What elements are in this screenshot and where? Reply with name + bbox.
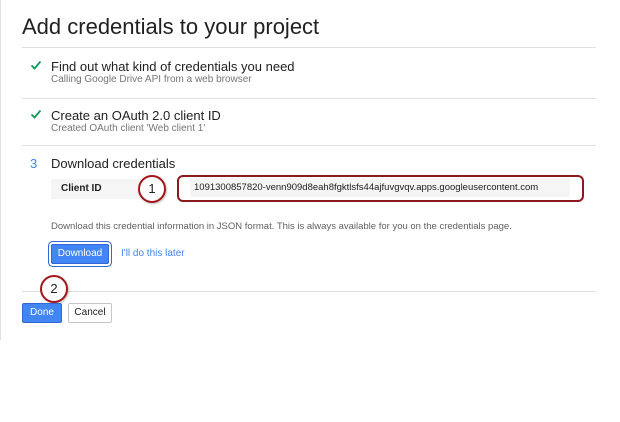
step-3-title: Download credentials xyxy=(51,156,176,171)
done-button[interactable]: Done xyxy=(22,303,62,323)
divider xyxy=(22,145,596,146)
callout-2: 2 xyxy=(40,275,68,303)
divider xyxy=(22,98,596,99)
checkmark-icon xyxy=(30,108,44,120)
divider xyxy=(22,291,596,292)
step-1-title: Find out what kind of credentials you ne… xyxy=(51,59,295,74)
divider xyxy=(22,47,596,48)
checkmark-icon xyxy=(30,59,44,71)
step-2-title: Create an OAuth 2.0 client ID xyxy=(51,108,221,123)
step-2-subtitle: Created OAuth client 'Web client 1' xyxy=(51,123,206,134)
left-border xyxy=(0,0,1,340)
callout-1: 1 xyxy=(138,175,166,203)
do-this-later-link[interactable]: I'll do this later xyxy=(121,248,185,259)
client-id-highlight: 1091300857820-venn909d8eah8fgktlsfs44ajf… xyxy=(177,175,584,202)
client-id-value[interactable]: 1091300857820-venn909d8eah8fgktlsfs44ajf… xyxy=(190,178,570,197)
cancel-button[interactable]: Cancel xyxy=(68,303,112,323)
client-id-label: Client ID xyxy=(51,179,143,199)
add-credentials-page: Add credentials to your project Find out… xyxy=(0,0,620,422)
step-1-subtitle: Calling Google Drive API from a web brow… xyxy=(51,74,252,85)
page-title: Add credentials to your project xyxy=(22,14,320,39)
step-3-number: 3 xyxy=(30,156,38,171)
download-info-text: Download this credential information in … xyxy=(51,221,512,232)
step-1: Find out what kind of credentials you ne… xyxy=(22,59,596,89)
step-2: Create an OAuth 2.0 client ID Created OA… xyxy=(22,108,596,138)
step-3: 3 Download credentials xyxy=(22,156,596,172)
download-button[interactable]: Download xyxy=(51,244,109,264)
